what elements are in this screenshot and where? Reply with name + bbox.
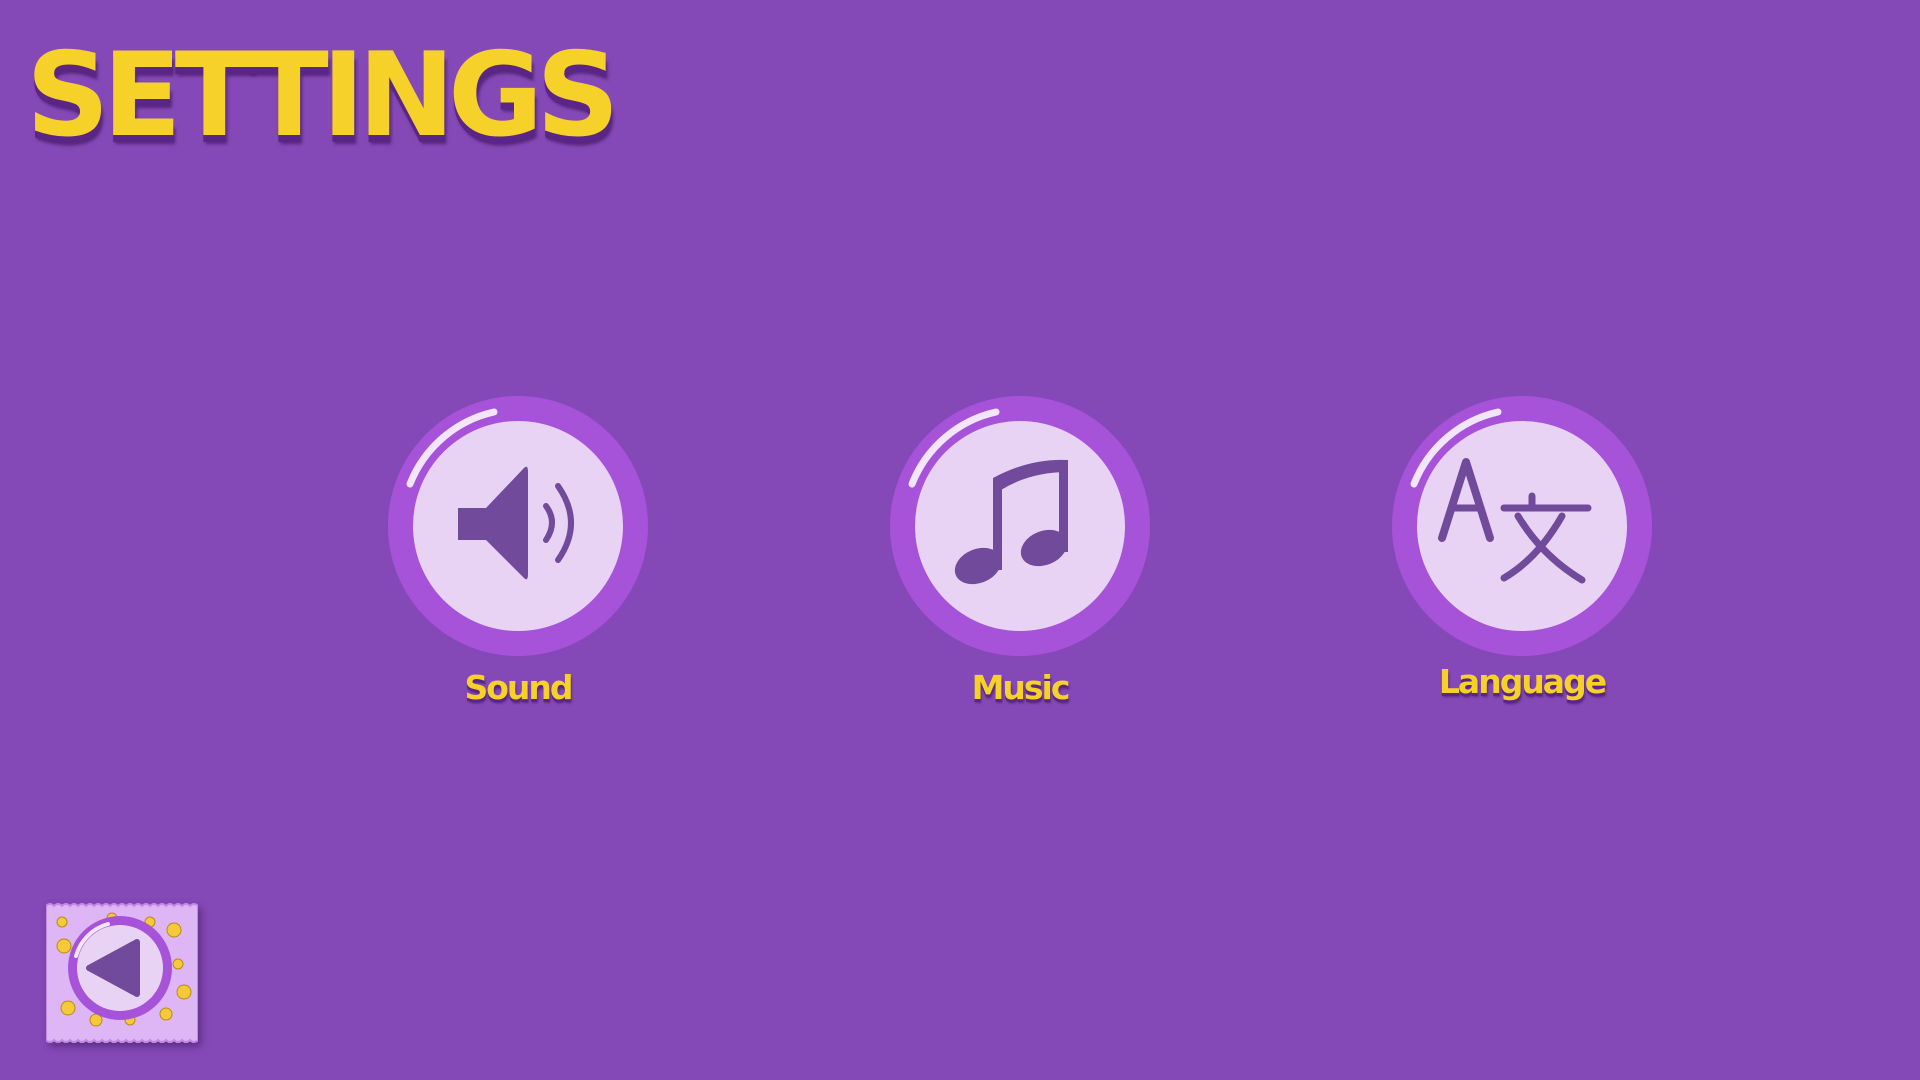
settings-screen: SETTINGS Sound Music Language xyxy=(0,0,1920,1080)
speaker-icon xyxy=(458,466,574,580)
music-label: Music xyxy=(971,668,1071,707)
language-button[interactable] xyxy=(1392,396,1652,656)
music-note-icon xyxy=(954,459,1068,585)
language-option[interactable]: Language xyxy=(1392,396,1652,701)
page-title: SETTINGS xyxy=(26,28,620,163)
sound-label: Sound xyxy=(464,668,573,707)
back-button[interactable] xyxy=(45,902,199,1044)
sound-option[interactable]: Sound xyxy=(388,396,648,707)
music-option[interactable]: Music xyxy=(890,396,1150,707)
music-button[interactable] xyxy=(890,396,1150,656)
language-label: Language xyxy=(1438,662,1607,701)
sound-button[interactable] xyxy=(388,396,648,656)
translate-icon xyxy=(1438,458,1592,584)
back-button-graphic xyxy=(45,903,199,1043)
